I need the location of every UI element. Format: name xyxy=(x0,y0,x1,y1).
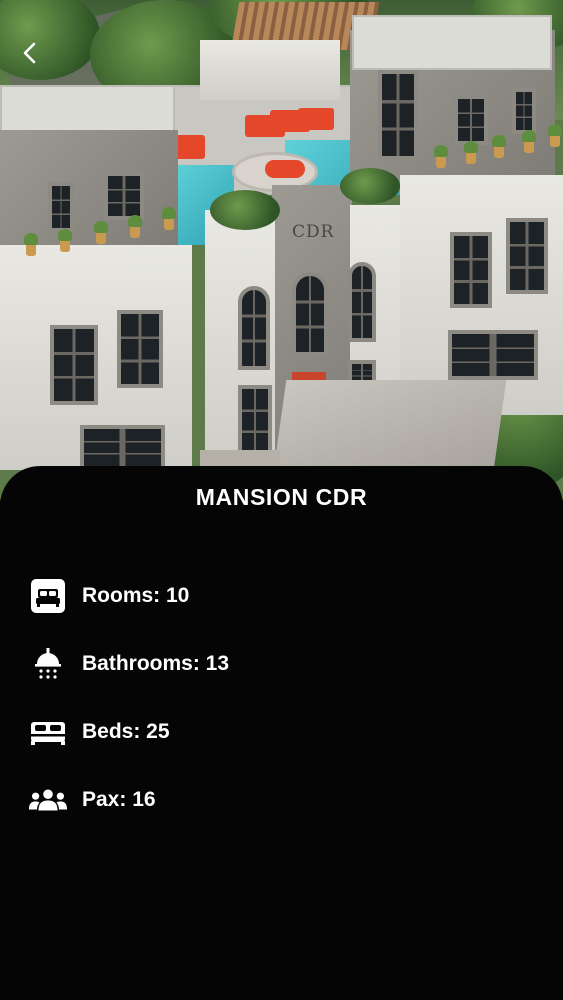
bedroom-icon xyxy=(28,576,68,616)
property-title: MANSION CDR xyxy=(195,484,368,510)
spec-bathrooms: Bathrooms: 13 xyxy=(28,644,229,684)
hero-photo: CDR xyxy=(0,0,563,500)
spec-label: Rooms: 10 xyxy=(82,584,190,607)
spec-rooms: Rooms: 10 xyxy=(28,576,189,616)
people-icon xyxy=(28,780,68,820)
facade-sign: CDR xyxy=(292,222,335,242)
spec-pax: Pax: 16 xyxy=(28,780,156,820)
spec-label: Beds: 25 xyxy=(82,720,170,743)
shower-icon xyxy=(28,644,68,684)
spec-label: Bathrooms: 13 xyxy=(82,652,230,675)
spec-label: Pax: 16 xyxy=(82,788,156,811)
back-button[interactable] xyxy=(14,38,44,68)
chevron-left-icon xyxy=(23,42,36,64)
spec-beds: Beds: 25 xyxy=(28,712,170,752)
bed-icon xyxy=(28,712,68,752)
